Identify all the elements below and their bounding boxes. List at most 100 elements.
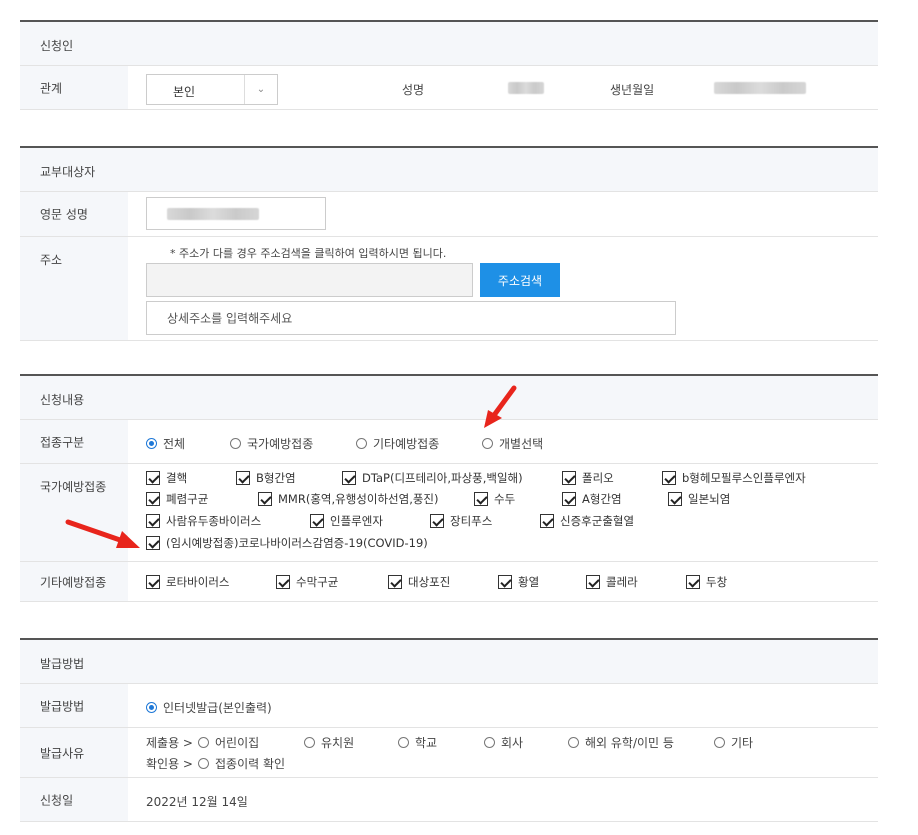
checkbox-checked-icon [310, 514, 324, 528]
radio-icon [356, 438, 367, 449]
reason-option-daycare[interactable]: 어린이집 [198, 734, 259, 751]
checkbox-checked-icon [146, 471, 160, 485]
checkbox-national[interactable]: b형헤모필루스인플루엔자 [662, 470, 806, 486]
method-row: 발급방법 인터넷발급(본인출력) [20, 684, 878, 728]
checkbox-checked-icon [146, 492, 160, 506]
reason-option-kindergarten[interactable]: 유치원 [304, 734, 354, 751]
checkbox-covid19[interactable]: (임시예방접종)코로나바이러스감염증-19(COVID-19) [146, 535, 428, 551]
radio-selected-icon [146, 702, 157, 713]
radio-icon [714, 737, 725, 748]
type-option-individual[interactable]: 개별선택 [482, 435, 543, 452]
checkbox-other[interactable]: 황열 [498, 574, 539, 590]
reason-option-abroad[interactable]: 해외 유학/이민 등 [568, 734, 674, 751]
radio-icon [230, 438, 241, 449]
checkbox-national[interactable]: 수두 [474, 491, 515, 507]
radio-icon [198, 758, 209, 769]
type-option-other[interactable]: 기타예방접종 [356, 435, 439, 452]
relation-value: 본인 [173, 85, 196, 99]
radio-selected-icon [146, 438, 157, 449]
arrow-annotation-icon [484, 385, 517, 428]
issuance-section: 발급방법 발급방법 인터넷발급(본인출력) 발급사유 제출용 > 어린이집 유치… [20, 638, 878, 822]
checkbox-national[interactable]: 폴리오 [562, 470, 614, 486]
checkbox-checked-icon [474, 492, 488, 506]
checkbox-checked-icon [342, 471, 356, 485]
other-row: 기타예방접종 로타바이러스 수막구균 대상포진 황열 콜레라 두창 [20, 562, 878, 602]
relation-select[interactable]: 본인 ⌄ [146, 74, 278, 105]
confirm-prefix: 확인용 > [146, 757, 193, 771]
checkbox-checked-icon [498, 575, 512, 589]
checkbox-checked-icon [562, 471, 576, 485]
checkbox-other[interactable]: 수막구균 [276, 574, 338, 590]
checkbox-other[interactable]: 로타바이러스 [146, 574, 229, 590]
checkbox-national[interactable]: 인플루엔자 [310, 513, 383, 529]
name-label: 성명 [402, 83, 425, 97]
date-label: 신청일 [40, 793, 74, 807]
checkbox-checked-icon [662, 471, 676, 485]
recipient-header: 교부대상자 [20, 148, 878, 192]
application-section: 신청내용 접종구분 전체 국가예방접종 기타예방접종 개별선택 국가예방접종 결… [20, 374, 878, 602]
checkbox-checked-icon [276, 575, 290, 589]
checkbox-other[interactable]: 대상포진 [388, 574, 450, 590]
reason-option-school[interactable]: 학교 [398, 734, 437, 751]
checkbox-other[interactable]: 콜레라 [586, 574, 638, 590]
method-label: 발급방법 [40, 699, 85, 713]
checkbox-checked-icon [146, 536, 160, 550]
radio-icon [398, 737, 409, 748]
checkbox-national[interactable]: 사람유두종바이러스 [146, 513, 261, 529]
checkbox-checked-icon [668, 492, 682, 506]
eng-name-label: 영문 성명 [40, 207, 88, 222]
checkbox-national[interactable]: MMR(홍역,유행성이하선염,풍진) [258, 491, 439, 507]
eng-name-row: 영문 성명 [20, 192, 878, 237]
method-option-internet[interactable]: 인터넷발급(본인출력) [146, 699, 272, 716]
national-row: 국가예방접종 결핵 B형간염 DTaP(디프테리아,파상풍,백일해) 폴리오 b… [20, 464, 878, 562]
checkbox-checked-icon [686, 575, 700, 589]
radio-icon [304, 737, 315, 748]
address-label: 주소 [40, 253, 63, 267]
eng-name-redacted [167, 208, 259, 220]
address-input[interactable] [146, 263, 473, 297]
reason-row: 발급사유 제출용 > 어린이집 유치원 학교 회사 해외 유학/이민 등 기타 … [20, 728, 878, 778]
recipient-section: 교부대상자 영문 성명 주소 * 주소가 다를 경우 주소검색을 클릭하여 입력… [20, 146, 878, 341]
eng-name-input[interactable] [146, 197, 326, 230]
checkbox-checked-icon [236, 471, 250, 485]
recipient-title: 교부대상자 [40, 165, 96, 179]
checkbox-national[interactable]: 결핵 [146, 470, 187, 486]
birth-value-redacted [714, 82, 806, 94]
date-row: 신청일 2022년 12월 14일 [20, 778, 878, 822]
checkbox-checked-icon [540, 514, 554, 528]
type-option-all[interactable]: 전체 [146, 435, 185, 452]
type-option-national[interactable]: 국가예방접종 [230, 435, 313, 452]
relation-label: 관계 [40, 81, 63, 95]
application-header: 신청내용 [20, 376, 878, 420]
checkbox-national[interactable]: DTaP(디프테리아,파상풍,백일해) [342, 470, 523, 486]
detail-address-placeholder: 상세주소를 입력해주세요 [167, 311, 293, 326]
checkbox-national[interactable]: 폐렴구균 [146, 491, 208, 507]
application-title: 신청내용 [40, 393, 85, 407]
checkbox-checked-icon [258, 492, 272, 506]
reason-option-history[interactable]: 접종이력 확인 [198, 755, 285, 772]
radio-icon [482, 438, 493, 449]
applicant-title: 신청인 [40, 39, 74, 53]
reason-option-other[interactable]: 기타 [714, 734, 753, 751]
address-search-button[interactable]: 주소검색 [480, 263, 560, 297]
checkbox-checked-icon [388, 575, 402, 589]
checkbox-checked-icon [430, 514, 444, 528]
checkbox-national[interactable]: 일본뇌염 [668, 491, 730, 507]
checkbox-national[interactable]: 장티푸스 [430, 513, 492, 529]
issuance-header: 발급방법 [20, 640, 878, 684]
radio-icon [484, 737, 495, 748]
arrow-annotation-icon [65, 519, 140, 548]
chevron-down-icon: ⌄ [244, 75, 277, 104]
checkbox-national[interactable]: 신증후군출혈열 [540, 513, 634, 529]
address-note: * 주소가 다를 경우 주소검색을 클릭하여 입력하시면 됩니다. [170, 247, 447, 260]
checkbox-national[interactable]: B형간염 [236, 470, 296, 486]
submit-prefix: 제출용 > [146, 736, 193, 750]
checkbox-national[interactable]: A형간염 [562, 491, 622, 507]
date-value: 2022년 12월 14일 [146, 795, 248, 809]
detail-address-input[interactable]: 상세주소를 입력해주세요 [146, 301, 676, 335]
checkbox-checked-icon [562, 492, 576, 506]
reason-option-company[interactable]: 회사 [484, 734, 523, 751]
other-label: 기타예방접종 [40, 575, 107, 589]
checkbox-other[interactable]: 두창 [686, 574, 727, 590]
applicant-section: 신청인 관계 본인 ⌄ 성명 생년월일 [20, 20, 878, 110]
